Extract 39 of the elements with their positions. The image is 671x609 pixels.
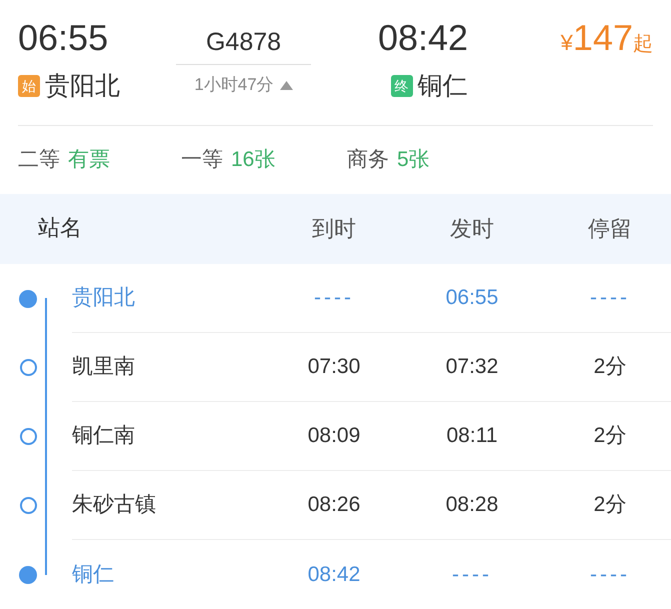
departure-time-cell-text: 06:55 bbox=[446, 285, 498, 311]
station-name: 铜仁南 bbox=[72, 424, 135, 447]
arrival-time-cell-text: 08:26 bbox=[308, 492, 360, 518]
seat-class: 一等 bbox=[181, 146, 223, 173]
terminal-badge: 终 bbox=[390, 75, 412, 97]
column-header: 站名 bbox=[38, 215, 82, 240]
stop-duration-cell-text: 2分 bbox=[594, 423, 626, 449]
station-name: 朱砂古镇 bbox=[72, 493, 156, 516]
arrival-time-cell-text: ---- bbox=[314, 285, 354, 311]
departure-time-cell-text: 08:11 bbox=[446, 423, 498, 449]
stop-duration-cell-text: 2分 bbox=[594, 492, 626, 518]
seat-availability: 16张 bbox=[231, 146, 276, 173]
departure-time-cell-text: ---- bbox=[452, 562, 492, 588]
column-header: 停留 bbox=[588, 214, 632, 243]
stop-duration-cell-text: 2分 bbox=[594, 354, 626, 380]
arrival-time: 08:42 bbox=[378, 16, 468, 60]
arrival-station: 铜仁 bbox=[418, 71, 468, 101]
arrival-time-cell-text: 08:09 bbox=[308, 423, 360, 449]
departure-time-cell-text: 07:32 bbox=[446, 354, 498, 380]
arrival-time-cell-text: 08:42 bbox=[308, 562, 360, 588]
seat-class: 二等 bbox=[18, 146, 60, 173]
seat-class: 商务 bbox=[347, 146, 389, 173]
seat-availability: 有票 bbox=[68, 146, 110, 173]
column-header: 到时 bbox=[312, 214, 356, 243]
station-name: 铜仁 bbox=[72, 562, 114, 586]
origin-badge: 始 bbox=[18, 75, 40, 97]
station-name: 贵阳北 bbox=[72, 286, 135, 309]
departure-time: 06:55 bbox=[18, 16, 108, 60]
seat-availability: 5张 bbox=[397, 146, 430, 173]
train-number: G4878 bbox=[176, 20, 311, 65]
duration-toggle[interactable]: 1小时47分 bbox=[194, 75, 293, 95]
departure-time-cell-text: 08:28 bbox=[446, 492, 498, 518]
departure-station: 贵阳北 bbox=[45, 71, 120, 101]
station-name: 凯里南 bbox=[72, 355, 135, 378]
arrival-time-cell-text: 07:30 bbox=[308, 354, 360, 380]
stop-duration-cell-text: ---- bbox=[590, 562, 630, 588]
column-header: 发时 bbox=[450, 214, 494, 243]
price: ¥147起 bbox=[560, 16, 653, 60]
stop-duration-cell-text: ---- bbox=[590, 285, 630, 311]
